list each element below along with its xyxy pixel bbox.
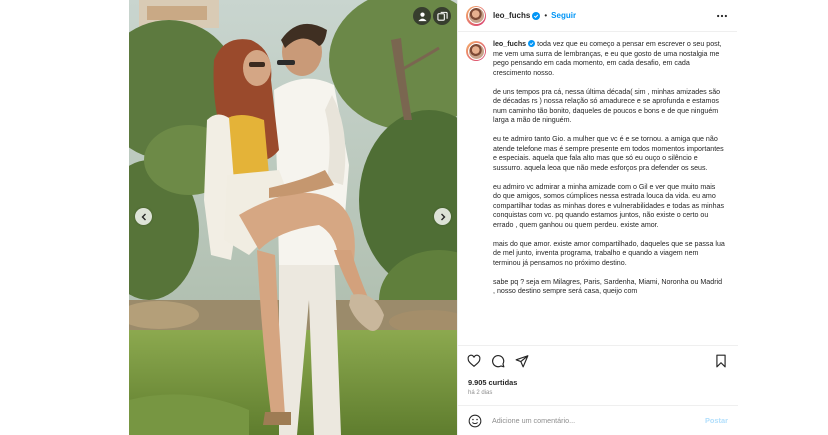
caption-scroll-area[interactable]: leo_fuchs toda vez que eu começo a pensa… (458, 32, 738, 345)
post-details-panel: leo_fuchs • Seguir leo_fuchs toda vez qu… (457, 0, 738, 435)
comment-icon[interactable] (490, 353, 505, 368)
add-comment-bar: Postar (458, 405, 738, 435)
instagram-post: leo_fuchs • Seguir leo_fuchs toda vez qu… (129, 0, 738, 435)
caption: leo_fuchs toda vez que eu começo a pensa… (466, 40, 728, 306)
like-heart-icon[interactable] (466, 353, 481, 368)
user-tags-icon[interactable] (413, 7, 431, 25)
carousel-next-icon[interactable] (434, 208, 451, 225)
follow-button[interactable]: Seguir (551, 11, 576, 20)
caption-avatar[interactable] (466, 41, 486, 61)
emoji-icon[interactable] (468, 414, 482, 428)
comment-input[interactable] (492, 416, 682, 425)
post-timestamp[interactable]: há 2 dias (468, 390, 492, 396)
carousel-prev-icon[interactable] (135, 208, 152, 225)
caption-paragraph-1: leo_fuchs toda vez que eu começo a pensa… (493, 40, 725, 78)
caption-paragraph-4: eu admiro vc admirar a minha amizade com… (493, 182, 725, 229)
verified-badge-icon (528, 40, 536, 47)
caption-paragraph-3: eu te admiro tanto Gio. a mulher que vc … (493, 135, 724, 172)
verified-badge-icon (532, 11, 541, 20)
share-icon[interactable] (514, 353, 529, 368)
more-options-icon[interactable] (715, 9, 729, 23)
avatar[interactable] (466, 5, 486, 26)
caption-paragraph-6: sabe pq ? seja em Milagres, Paris, Sarde… (493, 277, 723, 296)
post-comment-button[interactable]: Postar (705, 416, 728, 425)
post-author-username[interactable]: leo_fuchs (493, 11, 530, 20)
header-separator: • (544, 11, 548, 20)
likes-count[interactable]: 9.905 curtidas (468, 378, 517, 387)
caption-username[interactable]: leo_fuchs (493, 40, 526, 48)
caption-text: leo_fuchs toda vez que eu começo a pensa… (493, 40, 725, 306)
bookmark-icon[interactable] (713, 353, 728, 368)
caption-paragraph-2: de uns tempos pra cá, nessa última décad… (493, 87, 721, 125)
post-header: leo_fuchs • Seguir (458, 0, 737, 32)
post-actions (458, 345, 738, 375)
caption-paragraph-5: mais do que amor. existe amor compartilh… (493, 239, 725, 267)
carousel-icon (433, 7, 451, 25)
post-photo-container[interactable] (129, 0, 457, 435)
post-photo (129, 0, 457, 435)
